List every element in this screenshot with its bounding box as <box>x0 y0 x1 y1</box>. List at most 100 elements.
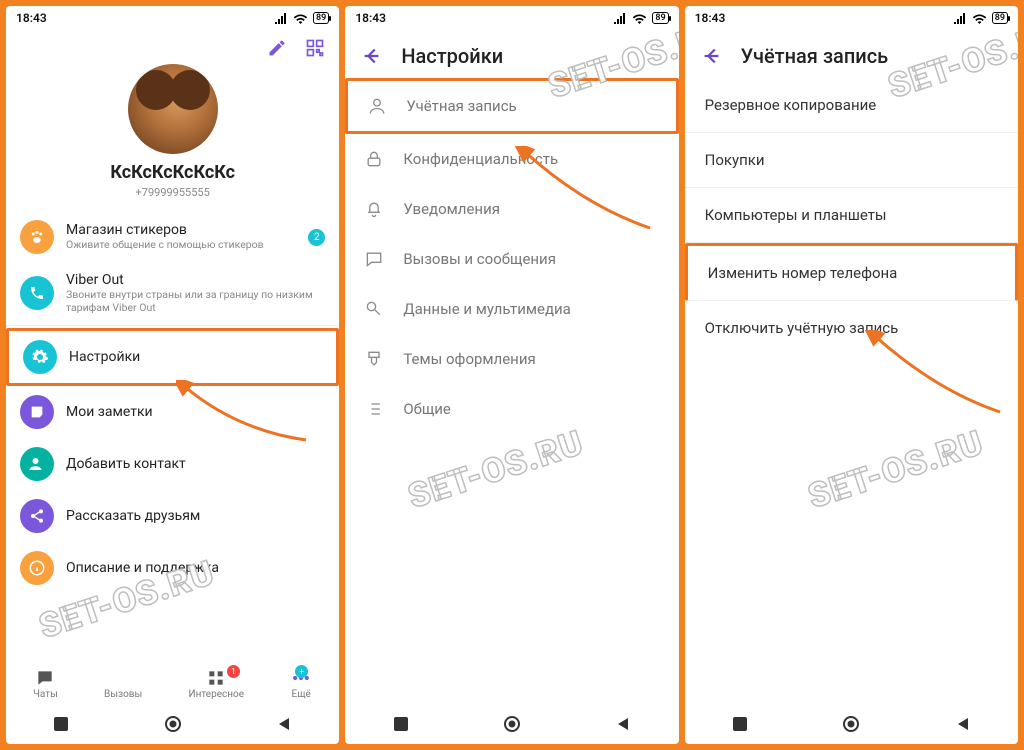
bell-icon <box>363 199 385 219</box>
user-icon <box>366 96 388 116</box>
wifi-icon <box>972 13 987 24</box>
grid-icon <box>206 667 226 689</box>
menu-item[interactable]: Viber Out Звоните внутри страны или за г… <box>6 263 339 323</box>
menu-item[interactable]: Мои заметки <box>6 386 339 438</box>
status-time: 18:43 <box>355 11 386 25</box>
settings-row-label: Конфиденциальность <box>403 150 558 168</box>
user-phone: +79999955555 <box>6 186 339 199</box>
chat-icon <box>35 667 55 689</box>
watermark: SET-OS.RU <box>803 423 988 517</box>
menu-item[interactable]: Описание и поддержка <box>6 542 339 594</box>
settings-row-label: Уведомления <box>403 200 500 218</box>
nav-back-icon[interactable] <box>276 716 292 732</box>
account-row[interactable]: Отключить учётную запись <box>685 301 1018 355</box>
menu-item-label: Магазин стикеров <box>66 222 296 238</box>
menu-item-label: Рассказать друзьям <box>66 508 325 524</box>
tab-Чаты[interactable]: Чаты <box>33 667 58 700</box>
battery-indicator: 89 <box>992 12 1008 24</box>
phone-icon <box>20 276 54 310</box>
tab-label: Интересное <box>188 689 244 700</box>
battery-indicator: 89 <box>652 12 668 24</box>
tab-Ещё[interactable]: Ещё + <box>290 667 312 700</box>
nav-home-icon[interactable] <box>842 715 860 733</box>
android-navbar <box>345 704 678 744</box>
menu-item[interactable]: Магазин стикеров Оживите общение с помощ… <box>6 211 339 263</box>
back-icon[interactable] <box>361 45 383 67</box>
status-time: 18:43 <box>16 11 47 25</box>
account-row-label: Резервное копирование <box>705 96 877 114</box>
tab-Интересное[interactable]: Интересное 1 <box>188 667 244 700</box>
menu-item[interactable]: Рассказать друзьям <box>6 490 339 542</box>
menu-item[interactable]: Добавить контакт <box>6 438 339 490</box>
account-row-label: Отключить учётную запись <box>705 319 899 337</box>
wifi-icon <box>293 13 308 24</box>
status-bar: 18:43 89 <box>6 6 339 30</box>
list-icon <box>363 399 385 419</box>
menu-item-label: Мои заметки <box>66 404 325 420</box>
nav-recent-icon[interactable] <box>393 716 409 732</box>
android-navbar <box>6 704 339 744</box>
settings-row-label: Вызовы и сообщения <box>403 250 556 268</box>
settings-row-label: Данные и мультимедиа <box>403 300 570 318</box>
back-icon[interactable] <box>701 45 723 67</box>
header-title: Учётная запись <box>741 44 889 68</box>
message-icon <box>363 249 385 269</box>
header-title: Настройки <box>401 44 503 68</box>
settings-row-label: Общие <box>403 400 451 418</box>
settings-row[interactable]: Конфиденциальность <box>345 134 678 184</box>
badge: 2 <box>308 229 325 246</box>
phone-icon <box>115 667 131 689</box>
edit-icon[interactable] <box>267 38 287 58</box>
menu-item-label: Описание и поддержка <box>66 560 325 576</box>
menu-item-sub: Звоните внутри страны или за границу по … <box>66 288 325 314</box>
phone-screen-account: 18:43 89 Учётная запись Резервное копиро… <box>685 6 1018 744</box>
signal-icon <box>274 13 288 24</box>
android-navbar <box>685 704 1018 744</box>
status-bar: 18:43 89 <box>345 6 678 30</box>
settings-row[interactable]: Учётная запись <box>345 78 678 134</box>
account-row[interactable]: Резервное копирование <box>685 78 1018 133</box>
settings-row[interactable]: Данные и мультимедиа <box>345 284 678 334</box>
user-name: КсКсКсКсКсКс <box>6 162 339 183</box>
nav-back-icon[interactable] <box>955 716 971 732</box>
settings-row[interactable]: Темы оформления <box>345 334 678 384</box>
tab-label: Вызовы <box>104 689 142 700</box>
nav-recent-icon[interactable] <box>732 716 748 732</box>
lock-icon <box>363 149 385 169</box>
signal-icon <box>613 13 627 24</box>
watermark: SET-OS.RU <box>404 423 589 517</box>
avatar[interactable] <box>128 64 218 154</box>
nav-back-icon[interactable] <box>615 716 631 732</box>
bottom-tabs: Чаты Вызовы Интересное 1 Ещё + <box>6 661 339 704</box>
menu-item[interactable]: Настройки <box>6 328 339 386</box>
account-row-label: Компьютеры и планшеты <box>705 206 887 224</box>
account-row[interactable]: Компьютеры и планшеты <box>685 188 1018 243</box>
nav-recent-icon[interactable] <box>53 716 69 732</box>
phone-screen-more: 18:43 89 КсКсКсКсКсКс +79999955555 Магаз… <box>6 6 339 744</box>
note-icon <box>20 395 54 429</box>
settings-row[interactable]: Общие <box>345 384 678 434</box>
account-row[interactable]: Покупки <box>685 133 1018 188</box>
qr-icon[interactable] <box>305 38 325 58</box>
tab-Вызовы[interactable]: Вызовы <box>104 667 142 700</box>
info-icon <box>20 551 54 585</box>
account-row[interactable]: Изменить номер телефона <box>685 243 1018 301</box>
tab-badge: 1 <box>227 665 240 678</box>
nav-home-icon[interactable] <box>503 715 521 733</box>
settings-row-label: Учётная запись <box>406 97 516 115</box>
settings-row-label: Темы оформления <box>403 350 535 368</box>
add-contact-icon <box>20 447 54 481</box>
settings-row[interactable]: Вызовы и сообщения <box>345 234 678 284</box>
gear-icon <box>23 340 57 374</box>
menu-item-sub: Оживите общение с помощью стикеров <box>66 238 296 251</box>
account-row-label: Изменить номер телефона <box>708 264 898 282</box>
account-row-label: Покупки <box>705 151 765 169</box>
settings-row[interactable]: Уведомления <box>345 184 678 234</box>
tab-label: Чаты <box>33 689 58 700</box>
brush-icon <box>363 349 385 369</box>
media-icon <box>363 299 385 319</box>
menu-item-label: Добавить контакт <box>66 456 325 472</box>
nav-home-icon[interactable] <box>164 715 182 733</box>
status-time: 18:43 <box>695 11 726 25</box>
wifi-icon <box>632 13 647 24</box>
